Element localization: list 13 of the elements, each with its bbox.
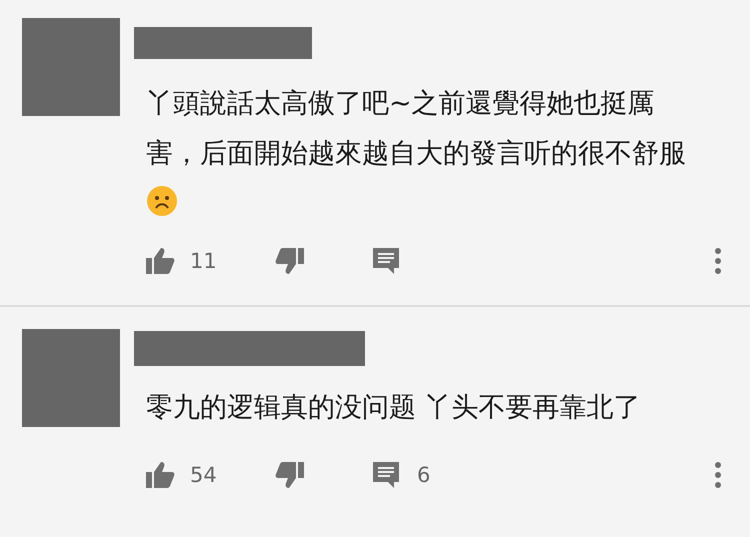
like-count: 11 (190, 249, 217, 273)
comment-text: 零九的逻辑真的没问题 丫头不要再靠北了 (145, 391, 642, 425)
thumbs-down-icon[interactable] (274, 461, 304, 489)
thumbs-up-icon[interactable] (146, 461, 176, 489)
reply-count: 6 (417, 463, 430, 487)
comment-text: 丫頭說話太高傲了吧~之前還覺得她也挺厲害，后面開始越來越自大的發言听的很不舒服 (145, 87, 687, 171)
more-options-icon[interactable] (714, 248, 722, 274)
comment-icon[interactable] (371, 461, 401, 489)
thumbs-down-icon[interactable] (274, 247, 304, 275)
comment-icon[interactable] (371, 247, 401, 275)
like-count: 54 (190, 463, 217, 487)
thumbs-up-icon[interactable] (146, 247, 176, 275)
more-options-icon[interactable] (714, 462, 722, 488)
